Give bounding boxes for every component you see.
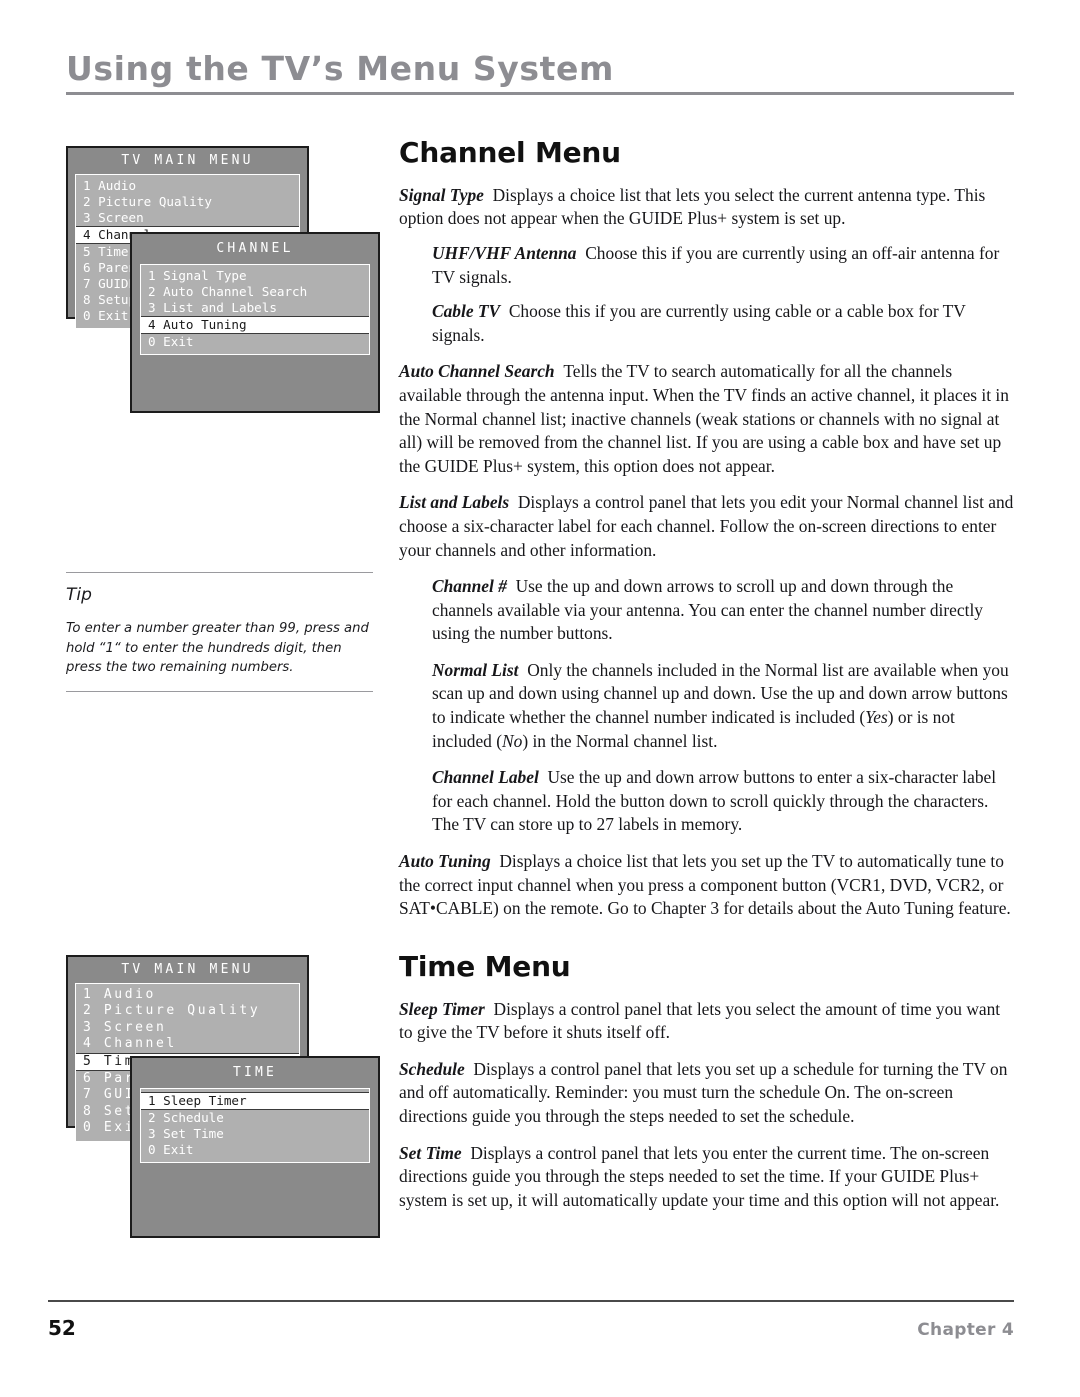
tip-text: To enter a number greater than 99, press… (66, 621, 369, 676)
paragraph-auto-channel-search: Auto Channel Search Tells the TV to sear… (399, 360, 1016, 478)
channel-menu-heading: Channel Menu (399, 136, 621, 169)
tv-menu-item-selected: 1 Sleep Timer (141, 1092, 369, 1110)
body-cable-tv: Choose this if you are currently using c… (432, 301, 966, 345)
paragraph-auto-tuning: Auto Tuning Displays a choice list that … (399, 850, 1016, 921)
tv-menu-item: 0 Exit (148, 1142, 194, 1157)
tv-menu-item-selected: 4 Auto Tuning (141, 316, 369, 334)
tv-menu-item: 1 Audio (83, 178, 137, 193)
tv-menu-item: 2 Schedule (148, 1110, 224, 1125)
tv-time-submenu-title: TIME (232, 1065, 278, 1080)
page-title: Using the TV’s Menu System (66, 49, 614, 88)
body-set-time: Displays a control panel that lets you e… (399, 1142, 1000, 1210)
tv-menu-item: 0 Exit (148, 334, 194, 349)
footer-divider (48, 1300, 1014, 1302)
term-signal-type: Signal Type (399, 184, 484, 205)
paragraph-sleep-timer: Sleep Timer Displays a control panel tha… (399, 998, 1016, 1045)
tip-divider-bottom (66, 690, 373, 692)
body-normal-list-yes: Yes (865, 707, 888, 728)
tip-divider-top (66, 572, 373, 573)
term-schedule: Schedule (399, 1058, 465, 1079)
tip-label: Tip (66, 585, 92, 605)
term-channel-label: Channel Label (432, 767, 539, 788)
chapter-label: Chapter 4 (917, 1320, 1014, 1340)
body-signal-type: Displays a choice list that lets you sel… (399, 184, 986, 229)
term-sleep-timer: Sleep Timer (399, 998, 485, 1019)
header-divider (66, 91, 1014, 95)
tv-menu-item: 2 Auto Channel Search (148, 284, 308, 299)
paragraph-normal-list: Normal List Only the channels included i… (432, 659, 1016, 753)
tv-menu-item: 1 Audio (83, 987, 156, 1002)
tv-main-menu-title: TV MAIN MENU (121, 153, 254, 168)
tv-channel-submenu-title: CHANNEL (216, 241, 294, 256)
body-sleep-timer: Displays a control panel that lets you s… (399, 998, 1001, 1043)
term-uhf-vhf-antenna: UHF/VHF Antenna (432, 242, 577, 263)
term-cable-tv: Cable TV (432, 301, 501, 322)
tv-channel-submenu-list: 1 Signal Type 2 Auto Channel Search 3 Li… (140, 264, 370, 355)
body-normal-list-no: No (502, 730, 523, 751)
tv-time-submenu-graphic: TIME 1 Sleep Timer 2 Schedule 3 Set Time… (130, 1056, 380, 1238)
tv-menu-item: 3 List and Labels (148, 300, 277, 315)
tv-menu-item: 3 Screen (83, 210, 144, 225)
tv-channel-submenu-graphic: CHANNEL 1 Signal Type 2 Auto Channel Sea… (130, 232, 380, 413)
paragraph-cable-tv: Cable TV Choose this if you are currentl… (432, 300, 1016, 347)
tv-menu-item: 2 Picture Quality (83, 1003, 261, 1019)
paragraph-channel-label: Channel Label Use the up and down arrow … (432, 766, 1016, 837)
paragraph-set-time: Set Time Displays a control panel that l… (399, 1142, 1016, 1213)
term-set-time: Set Time (399, 1142, 462, 1163)
time-menu-heading: Time Menu (399, 949, 571, 983)
paragraph-list-and-labels: List and Labels Displays a control panel… (399, 491, 1016, 562)
paragraph-schedule: Schedule Displays a control panel that l… (399, 1058, 1016, 1129)
term-auto-channel-search: Auto Channel Search (399, 361, 555, 382)
paragraph-channel-number: Channel # Use the up and down arrows to … (432, 575, 1016, 646)
tv-time-submenu-list: 1 Sleep Timer 2 Schedule 3 Set Time 0 Ex… (140, 1088, 370, 1163)
page-header: Using the TV’s Menu System (66, 49, 1014, 95)
paragraph-uhf-vhf-antenna: UHF/VHF Antenna Choose this if you are c… (432, 242, 1016, 289)
body-channel-number: Use the up and down arrows to scroll up … (432, 576, 983, 644)
tv-menu-item: 4 Channel (83, 1036, 177, 1052)
tv-menu-item: 2 Picture Quality (83, 194, 212, 209)
content-column: Channel Menu Signal Type Displays a choi… (399, 136, 1016, 1223)
term-normal-list: Normal List (432, 659, 519, 680)
body-auto-tuning: Displays a choice list that lets you set… (399, 851, 1011, 919)
tv-menu-item: 1 Signal Type (148, 268, 247, 283)
tip-block: Tip To enter a number greater than 99, p… (66, 572, 373, 692)
tv-menu-item: 3 Set Time (148, 1126, 224, 1141)
term-list-and-labels: List and Labels (399, 492, 510, 513)
page-footer: 52 Chapter 4 (48, 1300, 1014, 1340)
term-auto-tuning: Auto Tuning (399, 851, 491, 872)
tv-main-menu-title: TV MAIN MENU (121, 962, 254, 977)
term-channel-number: Channel # (432, 576, 507, 597)
body-normal-list-part3: ) in the Normal channel list. (522, 730, 718, 751)
paragraph-signal-type: Signal Type Displays a choice list that … (399, 184, 1016, 231)
tv-menu-item: 3 Screen (83, 1019, 167, 1035)
body-schedule: Displays a control panel that lets you s… (399, 1058, 1008, 1126)
page-number: 52 (48, 1316, 76, 1340)
